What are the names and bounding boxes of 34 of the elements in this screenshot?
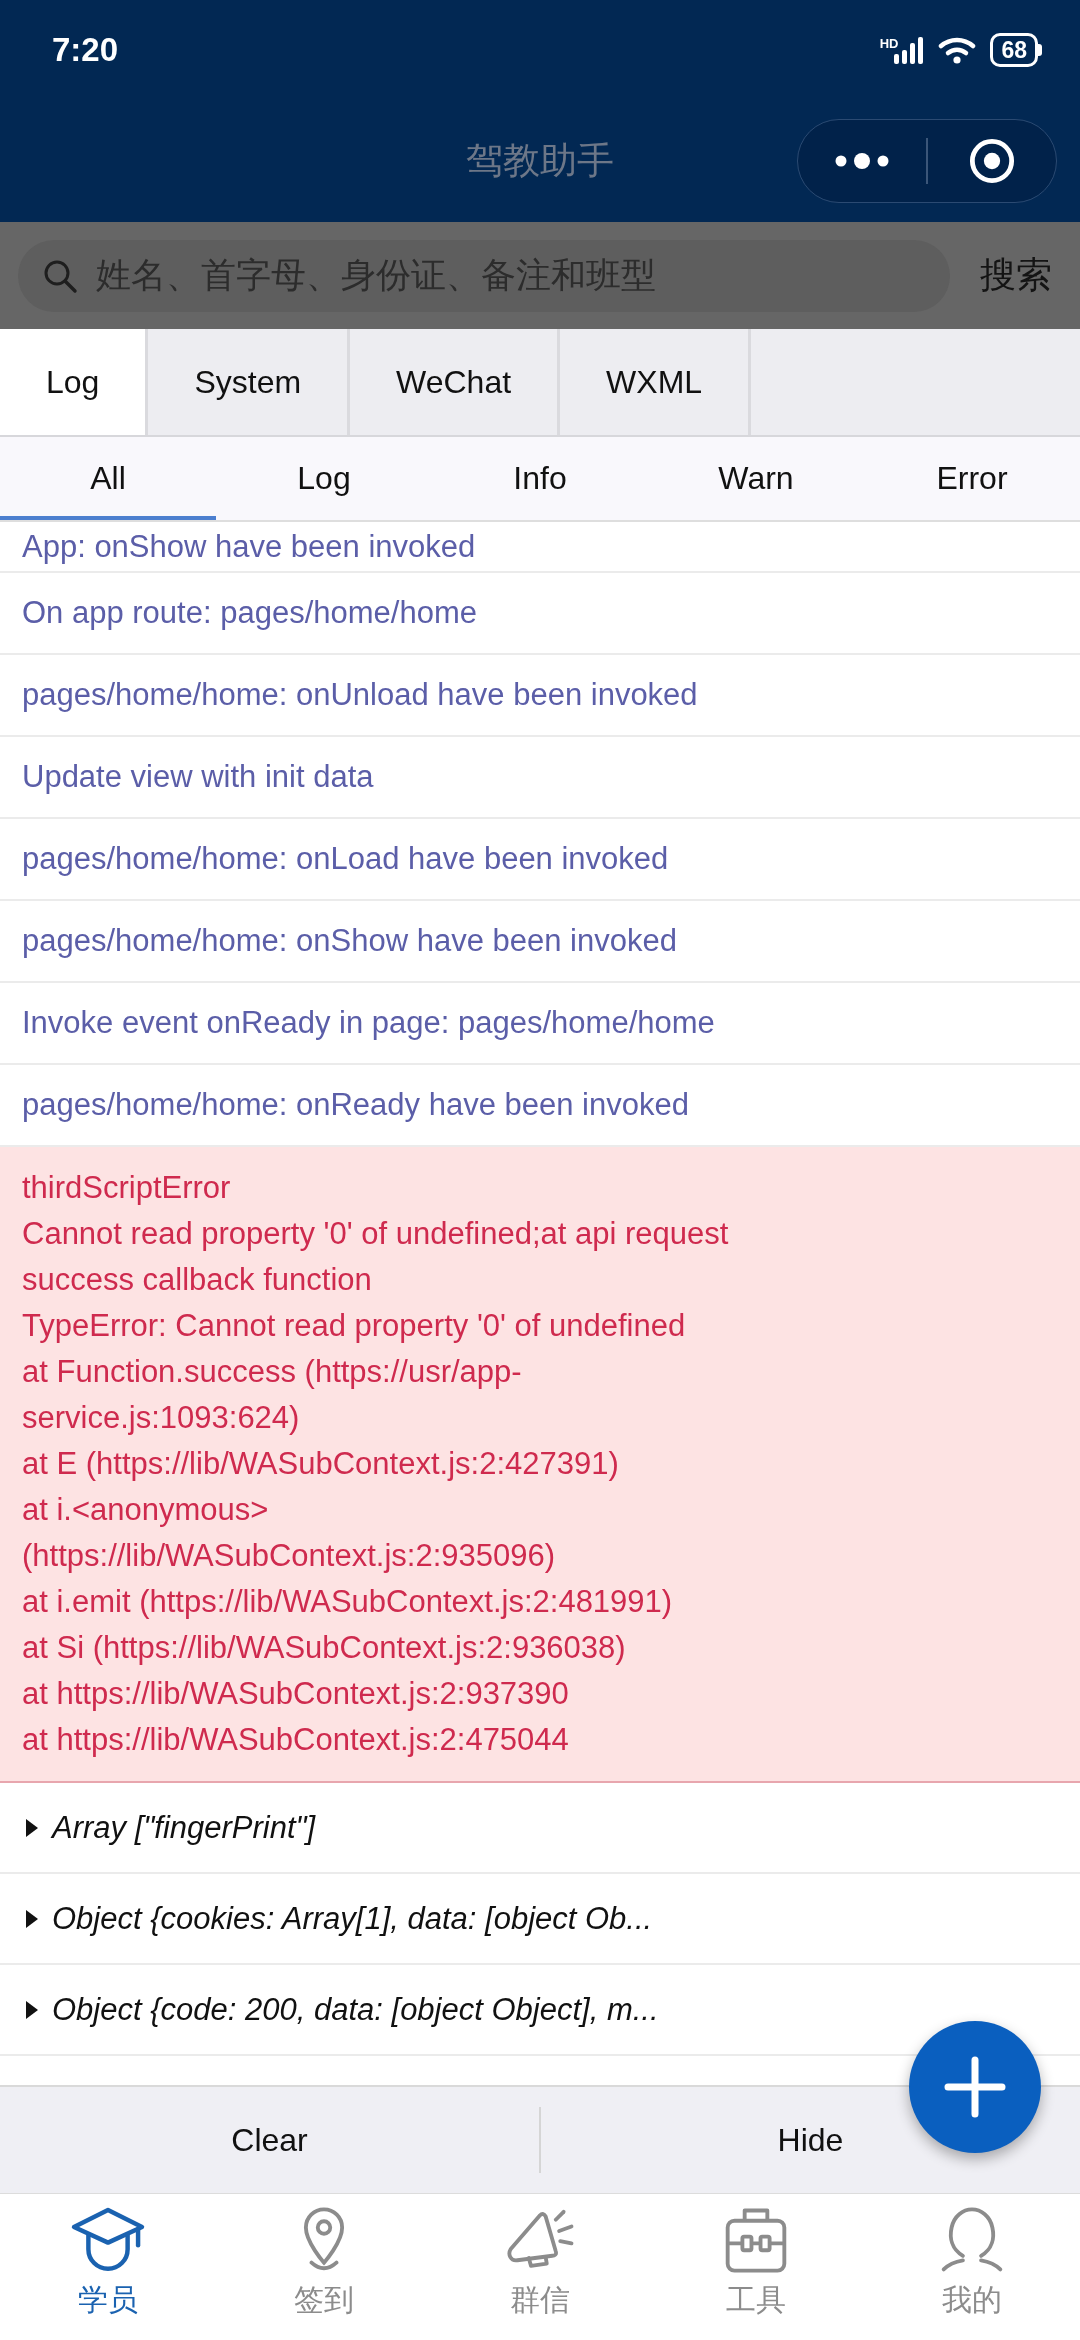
toolbox-icon	[724, 2206, 788, 2274]
clear-button[interactable]: Clear	[0, 2087, 539, 2193]
page-title: 驾教助手	[466, 139, 614, 183]
plus-icon	[944, 2056, 1006, 2118]
log-filter-tab[interactable]: Error	[864, 437, 1080, 520]
log-entry: Update view with init data	[0, 737, 1080, 819]
error-entry: thirdScriptError Cannot read property '0' of undefined;at api request success callback function TypeError: Cannot read property '0' of undefined at Function.success (https://usr/app- service.js:1093:624) at E (https://lib/WASubContext.js:2:427391) at i.<anonymous> (https://lib/WASubContext.js:2:935096) at i.emit (https://lib/WASubContext.js:2:481991) at Si (https://lib/WASubContext.js:2:936038) at https://lib/WASubContext.js:2:937390 at https://lib/WASubContext.js:2:475044	[0, 1147, 1080, 1783]
log-object-entry[interactable]: Object {code: 200, data: [object Object], m...	[52, 1991, 659, 2028]
network-type-label: HD	[879, 36, 899, 50]
log-filter-tab[interactable]: Warn	[648, 437, 864, 520]
more-icon	[835, 153, 890, 169]
console-tab[interactable]: Log	[0, 329, 149, 435]
log-entry: pages/home/home: onShow have been invoked	[0, 901, 1080, 983]
log-entry: App: onShow have been invoked	[0, 522, 1080, 573]
caret-icon[interactable]	[26, 2000, 38, 2019]
caret-icon[interactable]	[26, 1818, 38, 1837]
log-entry: Invoke event onReady in page: pages/home/home	[0, 983, 1080, 1065]
log-filter-tab[interactable]: All	[0, 437, 216, 520]
battery-indicator: 68	[990, 33, 1042, 67]
log-entry: On app route: pages/home/home	[0, 573, 1080, 655]
log-entry: pages/home/home: onLoad have been invoked	[0, 819, 1080, 901]
log-entry: pages/home/home: onUnload have been invoked	[0, 655, 1080, 737]
log-object-entry[interactable]: Array ["fingerPrint"]	[52, 1809, 316, 1846]
graduation-cap-icon	[71, 2206, 145, 2274]
caret-icon[interactable]	[26, 1909, 38, 1928]
person-icon	[940, 2206, 1004, 2274]
circle-dot-icon	[968, 138, 1015, 184]
status-time: 7:20	[52, 31, 119, 69]
nav-tab[interactable]: 学员	[0, 2194, 216, 2340]
log-filter-tab[interactable]: Log	[216, 437, 432, 520]
wifi-icon	[938, 35, 977, 65]
log-filter-tab[interactable]: Info	[432, 437, 648, 520]
add-button[interactable]	[909, 2021, 1041, 2153]
log-object-entry[interactable]: Object {cookies: Array[1], data: [object Ob...	[52, 1900, 653, 1937]
